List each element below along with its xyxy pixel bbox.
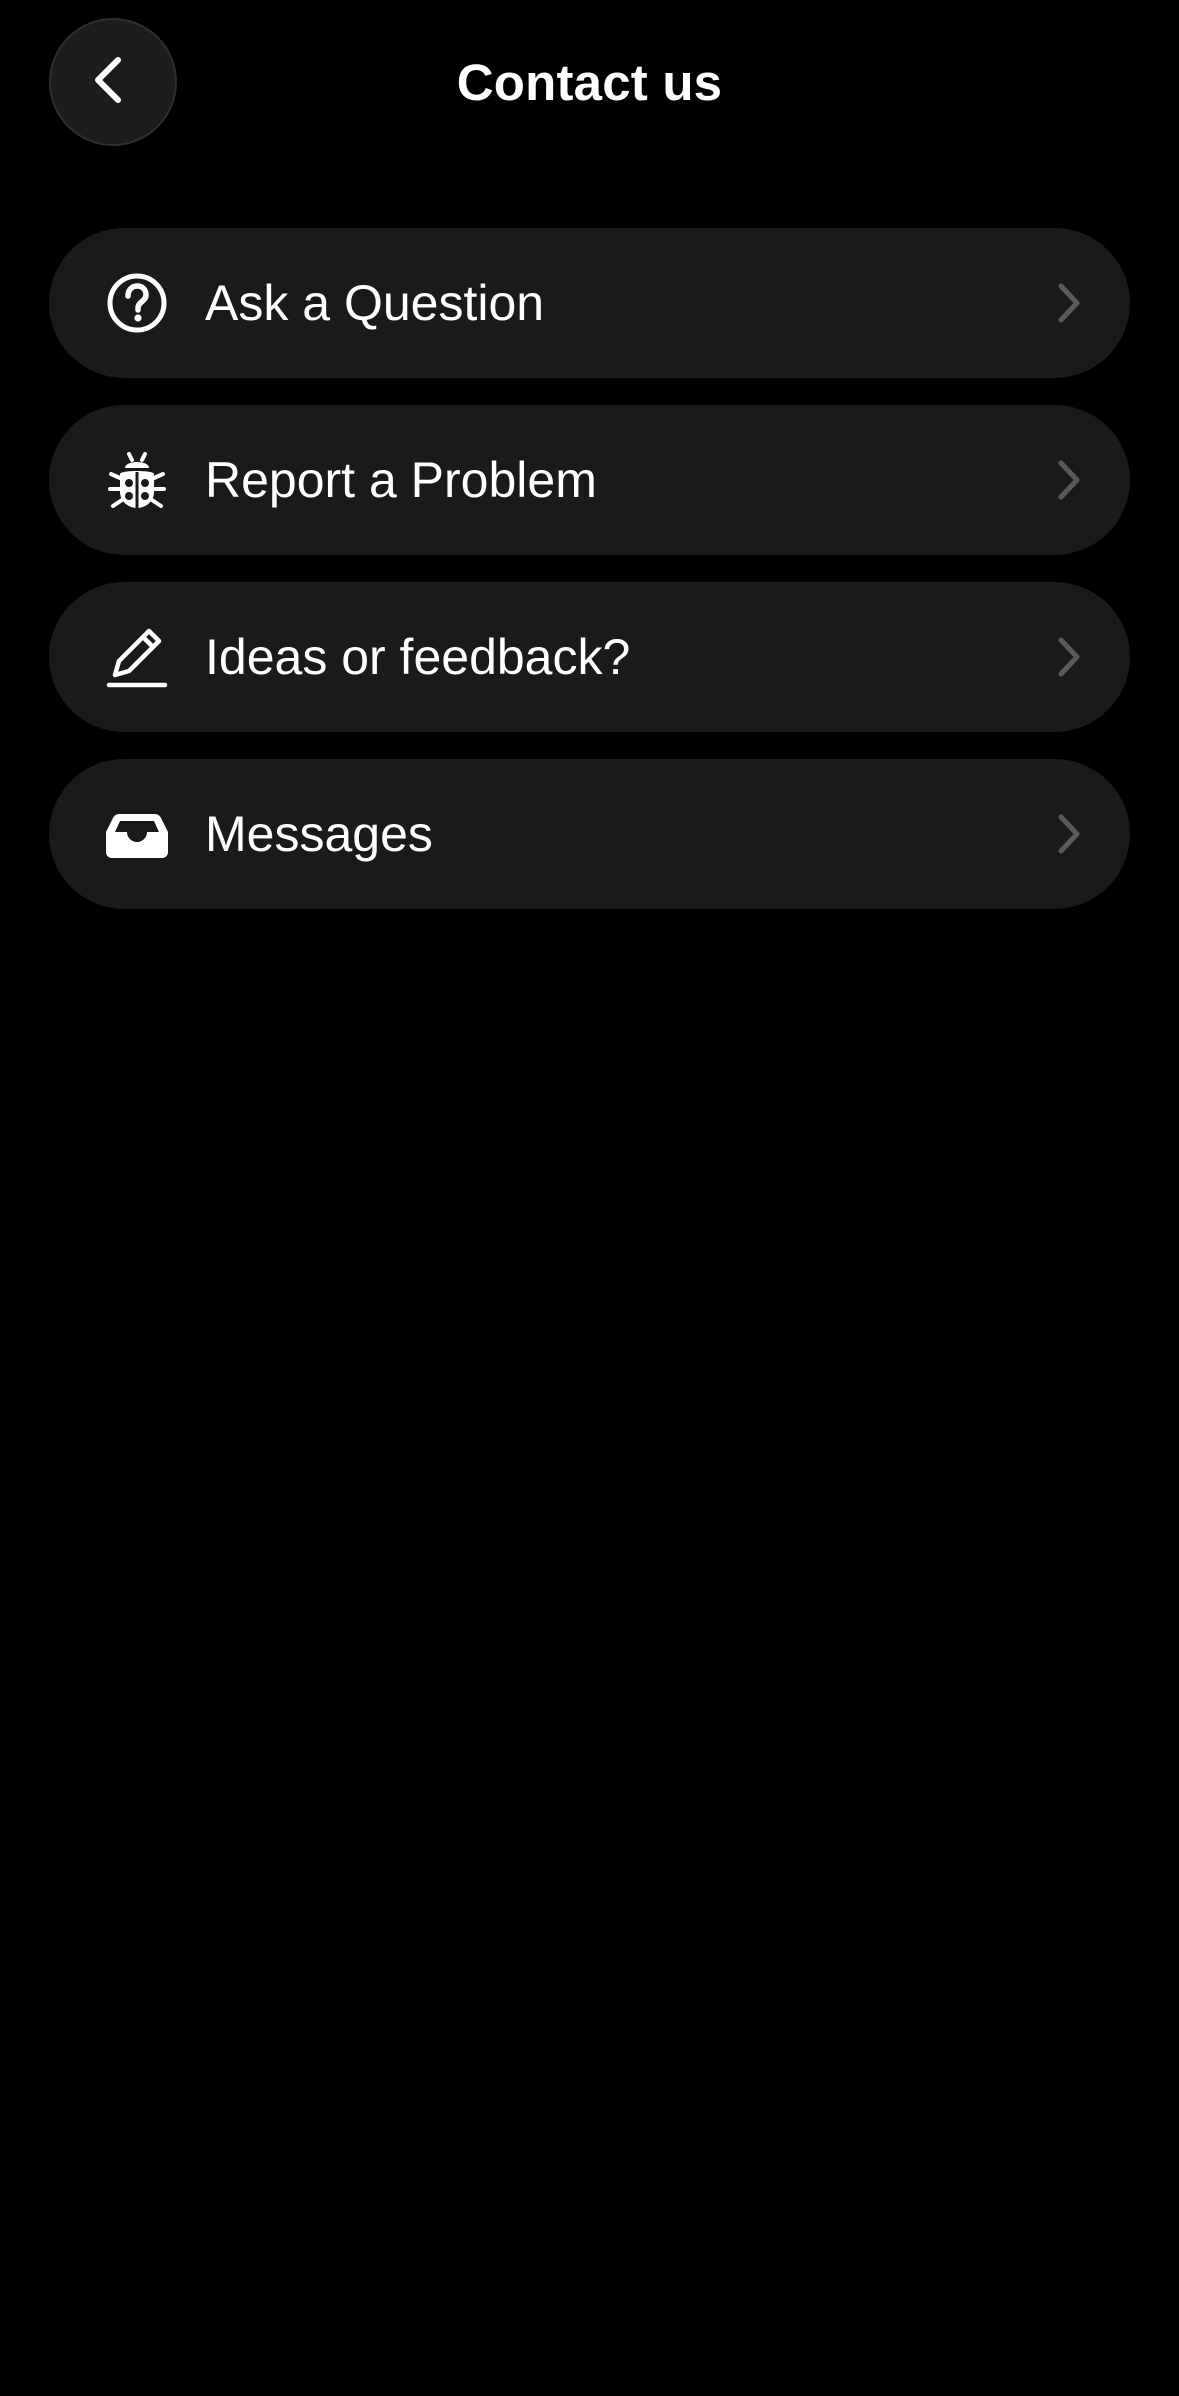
ideas-feedback-label: Ideas or feedback? xyxy=(205,629,631,685)
messages-item[interactable]: Messages xyxy=(49,759,1130,909)
inbox-tray-icon xyxy=(105,802,169,866)
header: Contact us xyxy=(0,0,1179,170)
report-problem-label: Report a Problem xyxy=(205,452,597,508)
ask-question-item[interactable]: Ask a Question xyxy=(49,228,1130,378)
pencil-icon xyxy=(105,625,169,689)
chevron-right-icon xyxy=(1054,635,1084,679)
chevron-right-icon xyxy=(1054,458,1084,502)
ideas-feedback-item[interactable]: Ideas or feedback? xyxy=(49,582,1130,732)
bug-icon xyxy=(105,448,169,512)
page-title: Contact us xyxy=(456,54,723,111)
messages-label: Messages xyxy=(205,806,433,862)
chevron-right-icon xyxy=(1054,281,1084,325)
question-circle-icon xyxy=(105,271,169,335)
report-problem-item[interactable]: Report a Problem xyxy=(49,405,1130,555)
ask-question-label: Ask a Question xyxy=(205,275,545,331)
contact-menu: Ask a Question Report a Problem Ideas or… xyxy=(49,228,1130,936)
chevron-right-icon xyxy=(1054,812,1084,856)
